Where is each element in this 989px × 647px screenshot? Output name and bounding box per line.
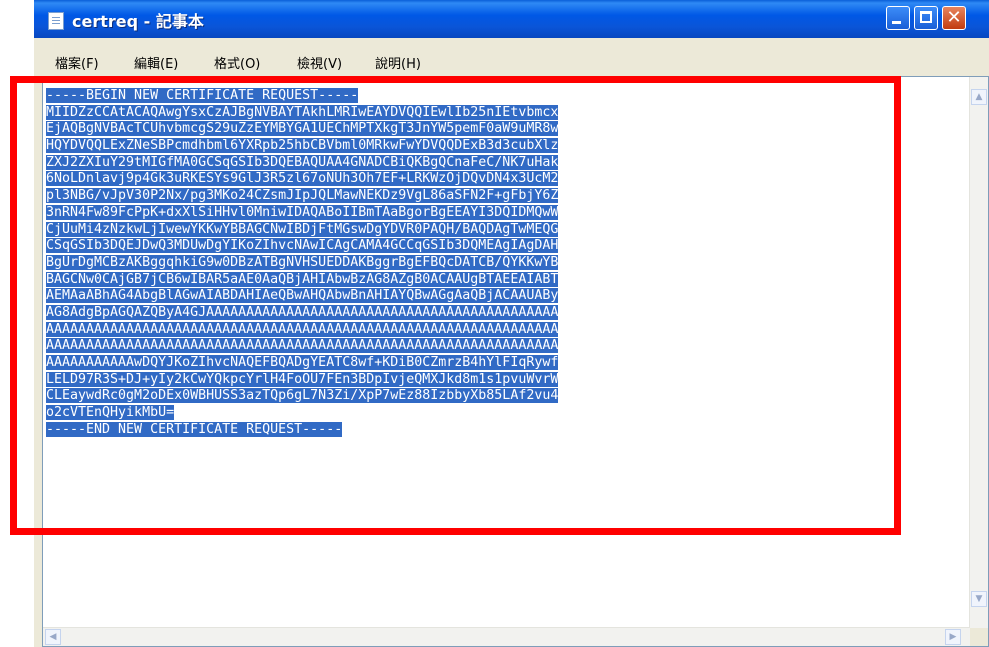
text-line: 3nRN4Fw89FcPpK+dxXlSiHHvl0MniwIDAQABoIIB… [46, 204, 559, 220]
text-line: 6NoLDnlavj9p4Gk3uRKESYs9GlJ3R5zl67oNUh3O… [46, 171, 559, 187]
text-line: -----BEGIN NEW CERTIFICATE REQUEST----- [46, 88, 359, 103]
text-line: AAAAAAAAAAAAAAAAAAAAAAAAAAAAAAAAAAAAAAAA… [46, 321, 559, 337]
menu-help[interactable]: 說明(H) [375, 53, 421, 72]
text-line: o2cVTEnQHyikMbU= [46, 405, 175, 421]
document-text[interactable]: -----BEGIN NEW CERTIFICATE REQUEST----- … [46, 88, 559, 438]
window-title: certreq - 記事本 [72, 12, 204, 31]
text-line: ZXJ2ZXIuY29tMIGfMA0GCSqGSIb3DQEBAQUAA4GN… [46, 154, 559, 170]
scroll-right-icon[interactable]: ▶ [945, 629, 961, 645]
resize-grip-icon[interactable] [970, 628, 988, 646]
scroll-left-icon[interactable]: ◀ [45, 629, 61, 645]
text-line: CjUuMi4zNzkwLjIwewYKKwYBBAGCNwIBDjFtMGsw… [46, 221, 559, 237]
text-line: AAAAAAAAAAAwDQYJKoZIhvcNAQEFBQADgYEATC8w… [46, 355, 559, 370]
menu-edit[interactable]: 編輯(E) [134, 53, 178, 72]
menu-format[interactable]: 格式(O) [214, 53, 260, 72]
minimize-icon [892, 21, 901, 24]
close-icon: ✕ [946, 7, 962, 28]
notepad-window: certreq - 記事本 ✕ 檔案(F) 編輯(E) 格式(O) 檢視(V) … [34, 0, 989, 647]
text-line: MIIDZzCCAtACAQAwgYsxCzAJBgNVBAYTAkhLMRIw… [46, 104, 559, 120]
horizontal-scrollbar[interactable]: ◀ ▶ [43, 627, 970, 646]
text-line: BgUrDgMCBzAKBggqhkiG9w0DBzATBgNVHSUEDDAK… [46, 254, 559, 270]
text-editor[interactable]: -----BEGIN NEW CERTIFICATE REQUEST----- … [42, 76, 989, 647]
text-line: CLEaywdRc0gM2oDEx0WBHUSS3azTQp6gL7N3Zi/X… [46, 388, 559, 404]
text-line: LELD97R3S+DJ+yIy2kCwYQkpcYrlH4FoOU7FEn3B… [46, 371, 559, 387]
text-line: CSqGSIb3DQEJDwQ3MDUwDgYIKoZIhvcNAwICAgCA… [46, 238, 559, 254]
menu-view[interactable]: 檢視(V) [297, 53, 342, 72]
minimize-button[interactable] [886, 6, 910, 30]
vertical-scrollbar[interactable]: ▲ ▼ [969, 77, 988, 628]
text-line: AAAAAAAAAAAAAAAAAAAAAAAAAAAAAAAAAAAAAAAA… [46, 338, 559, 354]
text-line: pl3NBG/vJpV30P2Nx/pg3MKo24CZsmJIpJQLMawN… [46, 188, 559, 204]
text-line: HQYDVQQLExZNeSBPcmdhbml6YXRpb25hbCBVbml0… [46, 138, 559, 154]
title-bar[interactable]: certreq - 記事本 ✕ [34, 0, 989, 38]
text-line: BAGCNw0CAjGB7jCB6wIBAR5aAE0AaQBjAHIAbwBz… [46, 271, 559, 287]
text-line: EjAQBgNVBAcTCUhvbmcgS29uZzEYMBYGA1UEChMP… [46, 121, 559, 137]
text-line: AEMAaABhAG4AbgBlAGwAIABDAHIAeQBwAHQAbwBn… [46, 288, 559, 304]
menu-file[interactable]: 檔案(F) [55, 53, 99, 72]
scroll-up-icon[interactable]: ▲ [971, 89, 987, 105]
maximize-button[interactable] [914, 6, 938, 30]
text-line: -----END NEW CERTIFICATE REQUEST----- [46, 421, 343, 437]
close-button[interactable]: ✕ [942, 6, 966, 30]
notepad-icon [48, 12, 64, 30]
text-line: AG8AdgBpAGQAZQByA4GJAAAAAAAAAAAAAAAAAAAA… [46, 304, 559, 320]
scroll-down-icon[interactable]: ▼ [971, 591, 987, 607]
maximize-icon [920, 11, 932, 23]
menu-bar: 檔案(F) 編輯(E) 格式(O) 檢視(V) 說明(H) [34, 50, 989, 74]
